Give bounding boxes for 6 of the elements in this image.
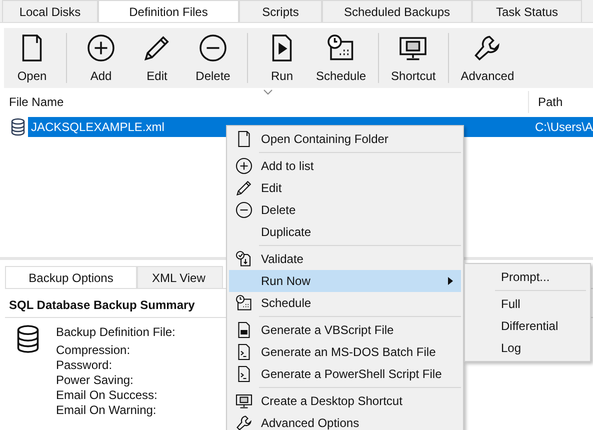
field-label: Password:: [56, 358, 114, 373]
field-label: Backup Definition File:: [56, 324, 176, 340]
field-label: Power Saving:: [56, 373, 134, 388]
field-label: Email On Warning:: [56, 403, 158, 418]
field-label: Email On Success:: [56, 388, 158, 403]
field-label: Compression:: [56, 343, 132, 358]
